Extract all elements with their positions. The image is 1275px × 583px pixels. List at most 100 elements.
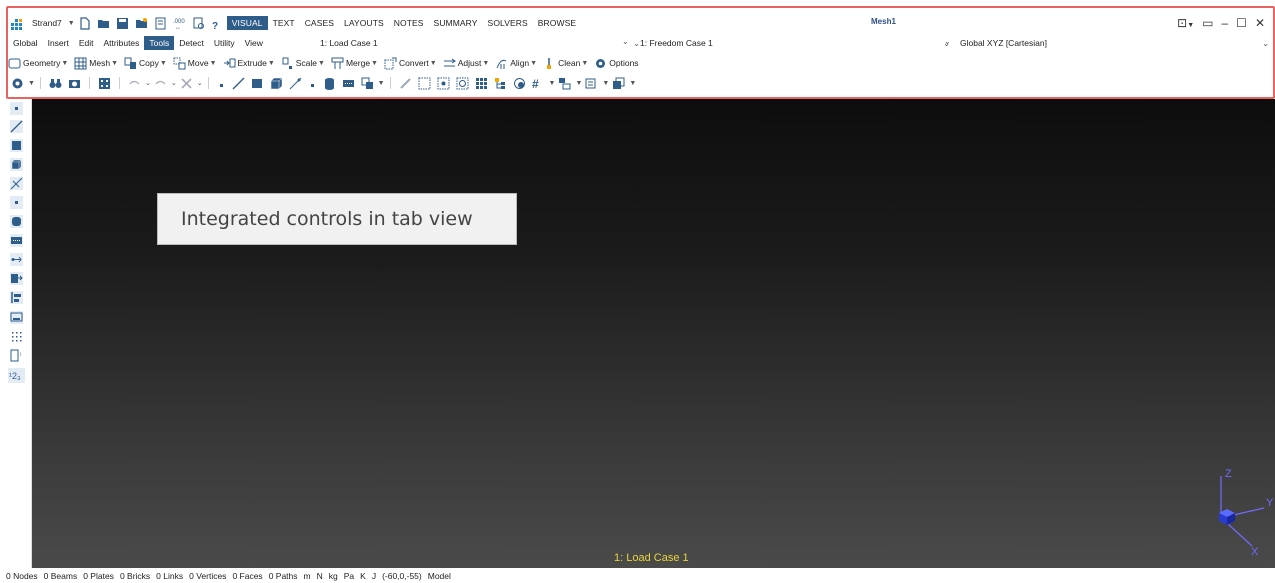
path-icon[interactable] [342,77,355,90]
menu-view[interactable]: View [240,36,268,50]
menu-insert[interactable]: Insert [43,36,74,50]
clean-button[interactable]: Clean ▼ [543,57,588,70]
number-order-icon[interactable]: ↕ [10,349,23,362]
gear-icon[interactable] [11,77,24,90]
geometry-button[interactable]: Geometry ▼ [8,57,68,70]
copy-button[interactable]: Copy ▼ [124,57,167,70]
minimize-icon[interactable]: – [1221,16,1228,30]
unit-stress[interactable]: Pa [344,571,354,581]
tab-notes[interactable]: NOTES [389,16,429,30]
plate-icon[interactable] [10,139,23,152]
node-grid-icon[interactable] [98,77,111,90]
vertex-icon[interactable] [308,79,317,88]
link-icon[interactable] [10,177,23,190]
attribute-icon[interactable] [558,77,571,90]
cylinder-icon[interactable] [323,77,336,90]
status-bricks: 0 Bricks [119,570,151,581]
load-case-select[interactable]: 1: Load Case 1 ⌄ [320,34,640,52]
window-layout-icon[interactable]: ⊡▼ [1177,16,1194,30]
tab-solvers[interactable]: SOLVERS [483,16,533,30]
select-box-icon[interactable] [418,77,431,90]
select-nodes-icon[interactable] [456,77,469,90]
scale-label: Scale [295,58,318,68]
coord-system-select[interactable]: Global XYZ [Cartesian] ⌄ [960,34,1269,52]
brick-icon[interactable] [10,158,23,171]
vertex-icon[interactable] [10,196,23,209]
unit-mass[interactable]: kg [329,571,338,581]
dot-grid-icon[interactable] [10,330,23,343]
mesh-button[interactable]: Mesh ▼ [74,57,118,70]
camera-icon[interactable] [68,77,81,90]
select-region-icon[interactable] [437,77,450,90]
tab-visual[interactable]: VISUAL [226,16,268,30]
pencil-icon[interactable] [399,77,412,90]
link-icon[interactable] [289,77,302,90]
menu-tools[interactable]: Tools [144,36,175,50]
tab-text[interactable]: TEXT [268,16,300,30]
tab-cases[interactable]: CASES [300,16,339,30]
numbering-icon[interactable]: ¹2₃ [8,368,25,383]
app-menu-button[interactable]: Strand7 [27,16,67,30]
undo-icon[interactable] [128,77,141,90]
model-viewport[interactable]: Z Y X [32,99,1275,568]
copy-entity-icon[interactable] [361,77,374,90]
node-icon[interactable] [10,102,23,115]
connect-icon[interactable] [10,253,23,266]
export-icon[interactable] [10,272,23,285]
convert-button[interactable]: Convert ▼ [384,57,437,70]
unit-force[interactable]: N [317,571,323,581]
tree-icon[interactable] [494,77,507,90]
help-icon[interactable]: ? [211,19,220,32]
tab-summary[interactable]: SUMMARY [429,16,483,30]
screen-icon[interactable] [10,311,23,324]
menu-attributes[interactable]: Attributes [99,36,145,50]
menu-edit[interactable]: Edit [74,36,99,50]
binoculars-icon[interactable] [49,77,62,90]
load-case-value: 1: Load Case 1 [320,38,378,48]
close-icon[interactable]: ✕ [1255,16,1265,30]
property-icon[interactable] [585,77,598,90]
adjust-button[interactable]: Adjust ▼ [443,57,489,70]
align-button[interactable]: Align ▼ [495,57,537,70]
layers-icon[interactable] [612,77,625,90]
brick-icon[interactable] [270,76,283,90]
new-file-icon[interactable] [78,16,91,30]
freedom-case-select[interactable]: 1: Freedom Case 1 ⌄ [640,34,950,52]
redo-icon[interactable] [154,77,167,90]
cylinder-icon[interactable] [10,215,23,228]
plate-icon[interactable] [251,77,264,90]
unit-energy[interactable]: J [372,571,376,581]
print-preview-icon[interactable] [192,17,205,30]
report-icon[interactable] [154,17,167,30]
delete-icon[interactable] [180,77,193,90]
save-icon[interactable] [116,17,129,30]
beam-icon[interactable] [10,120,23,133]
menu-global[interactable]: Global [8,36,43,50]
maximize-icon[interactable]: ☐ [1236,16,1247,30]
path-icon[interactable] [10,234,23,247]
globe-icon[interactable] [513,77,526,90]
menu-utility[interactable]: Utility [209,36,240,50]
tab-browse[interactable]: BROWSE [533,16,581,30]
precision-icon[interactable]: .000 ↔ [173,17,186,31]
extrude-button[interactable]: Extrude ▼ [223,57,275,70]
menu-detect[interactable]: Detect [174,36,209,50]
unit-length[interactable]: m [304,571,311,581]
numbering-icon[interactable]: # [532,77,545,91]
options-button[interactable]: Options [594,57,639,70]
node-icon[interactable] [217,79,226,88]
ribbon: Strand7 ▼ .000 ↔ ? VISUAL TEXT CASES LAYOU… [8,8,1275,98]
align-left-icon[interactable] [10,291,23,304]
unit-temperature[interactable]: K [360,571,366,581]
beam-icon[interactable] [232,77,245,90]
chevron-down-icon: ▼ [575,79,583,87]
open-folder-icon[interactable] [97,17,110,30]
grid-icon[interactable] [475,77,488,90]
tab-layouts[interactable]: LAYOUTS [339,16,389,30]
scale-button[interactable]: Scale ▼ [281,57,325,70]
move-button[interactable]: Move ▼ [173,57,217,70]
toolbar-separator [39,77,41,89]
restore-icon[interactable]: ▭ [1202,16,1213,30]
close-file-icon[interactable] [135,17,148,30]
merge-button[interactable]: Merge ▼ [331,57,378,70]
